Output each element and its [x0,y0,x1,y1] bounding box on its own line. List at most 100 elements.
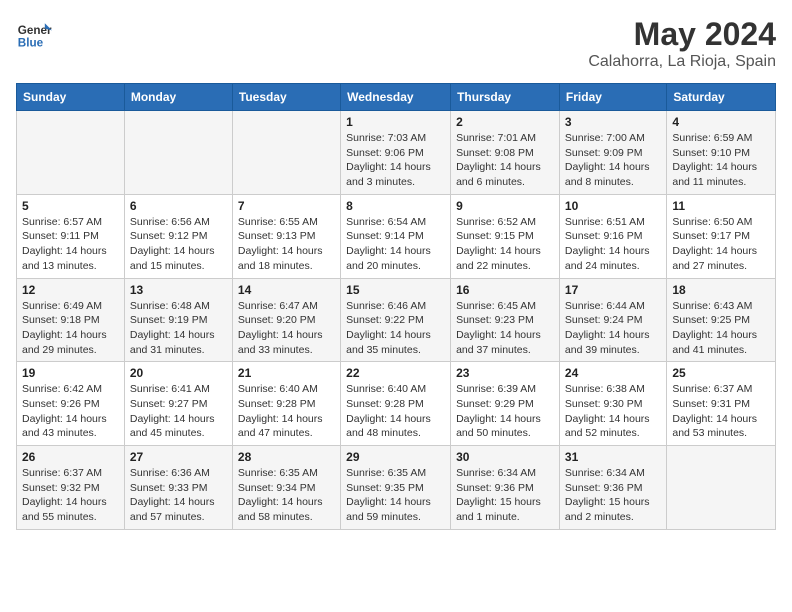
calendar-cell: 15 Sunrise: 6:46 AM Sunset: 9:22 PM Dayli… [341,278,451,362]
day-info: Sunrise: 6:50 AM Sunset: 9:17 PM Dayligh… [672,215,770,274]
calendar-cell: 12 Sunrise: 6:49 AM Sunset: 9:18 PM Dayli… [17,278,125,362]
day-number: 23 [456,366,554,380]
day-number: 16 [456,283,554,297]
calendar-cell: 23 Sunrise: 6:39 AM Sunset: 9:29 PM Dayli… [451,362,560,446]
day-info: Sunrise: 6:34 AM Sunset: 9:36 PM Dayligh… [456,466,554,525]
day-info: Sunrise: 6:41 AM Sunset: 9:27 PM Dayligh… [130,382,227,441]
day-info: Sunrise: 6:48 AM Sunset: 9:19 PM Dayligh… [130,299,227,358]
calendar-cell: 21Sunrise: 6:40 AM Sunset: 9:28 PM Dayli… [232,362,340,446]
day-info: Sunrise: 6:47 AM Sunset: 9:20 PM Dayligh… [238,299,335,358]
day-info: Sunrise: 6:37 AM Sunset: 9:31 PM Dayligh… [672,382,770,441]
day-number: 22 [346,366,445,380]
day-info: Sunrise: 6:36 AM Sunset: 9:33 PM Dayligh… [130,466,227,525]
day-number: 13 [130,283,227,297]
calendar-cell [124,111,232,195]
day-number: 12 [22,283,119,297]
calendar-header-row: SundayMondayTuesdayWednesdayThursdayFrid… [17,84,776,111]
calendar-week-row: 5 Sunrise: 6:57 AM Sunset: 9:11 PM Daylig… [17,194,776,278]
calendar-week-row: 1 Sunrise: 7:03 AM Sunset: 9:06 PM Daylig… [17,111,776,195]
calendar-cell: 10 Sunrise: 6:51 AM Sunset: 9:16 PM Dayli… [559,194,666,278]
day-number: 8 [346,199,445,213]
day-number: 11 [672,199,770,213]
logo: General Blue [16,16,52,52]
day-info: Sunrise: 6:39 AM Sunset: 9:29 PM Dayligh… [456,382,554,441]
calendar-cell: 30 Sunrise: 6:34 AM Sunset: 9:36 PM Dayli… [451,446,560,530]
calendar-header-saturday: Saturday [667,84,776,111]
logo-icon: General Blue [16,16,52,52]
calendar-table: SundayMondayTuesdayWednesdayThursdayFrid… [16,83,776,530]
calendar-cell [667,446,776,530]
calendar-week-row: 26 Sunrise: 6:37 AM Sunset: 9:32 PM Dayli… [17,446,776,530]
day-info: Sunrise: 6:52 AM Sunset: 9:15 PM Dayligh… [456,215,554,274]
day-info: Sunrise: 6:40 AM Sunset: 9:28 PM Dayligh… [346,382,445,441]
day-number: 7 [238,199,335,213]
calendar-header-friday: Friday [559,84,666,111]
day-number: 29 [346,450,445,464]
calendar-cell: 9 Sunrise: 6:52 AM Sunset: 9:15 PM Daylig… [451,194,560,278]
calendar-cell: 1 Sunrise: 7:03 AM Sunset: 9:06 PM Daylig… [341,111,451,195]
calendar-cell: 25Sunrise: 6:37 AM Sunset: 9:31 PM Dayli… [667,362,776,446]
day-number: 4 [672,115,770,129]
day-info: Sunrise: 6:45 AM Sunset: 9:23 PM Dayligh… [456,299,554,358]
day-number: 24 [565,366,661,380]
day-info: Sunrise: 6:40 AM Sunset: 9:28 PM Dayligh… [238,382,335,441]
day-info: Sunrise: 7:03 AM Sunset: 9:06 PM Dayligh… [346,131,445,190]
calendar-week-row: 19Sunrise: 6:42 AM Sunset: 9:26 PM Dayli… [17,362,776,446]
calendar-header-tuesday: Tuesday [232,84,340,111]
day-info: Sunrise: 6:43 AM Sunset: 9:25 PM Dayligh… [672,299,770,358]
day-info: Sunrise: 6:56 AM Sunset: 9:12 PM Dayligh… [130,215,227,274]
calendar-week-row: 12 Sunrise: 6:49 AM Sunset: 9:18 PM Dayli… [17,278,776,362]
day-info: Sunrise: 6:35 AM Sunset: 9:35 PM Dayligh… [346,466,445,525]
calendar-cell: 20 Sunrise: 6:41 AM Sunset: 9:27 PM Dayli… [124,362,232,446]
calendar-cell: 26 Sunrise: 6:37 AM Sunset: 9:32 PM Dayli… [17,446,125,530]
day-number: 2 [456,115,554,129]
calendar-cell: 13 Sunrise: 6:48 AM Sunset: 9:19 PM Dayli… [124,278,232,362]
calendar-cell: 16 Sunrise: 6:45 AM Sunset: 9:23 PM Dayli… [451,278,560,362]
calendar-cell: 14Sunrise: 6:47 AM Sunset: 9:20 PM Dayli… [232,278,340,362]
day-number: 5 [22,199,119,213]
calendar-cell: 11 Sunrise: 6:50 AM Sunset: 9:17 PM Dayli… [667,194,776,278]
calendar-cell: 22 Sunrise: 6:40 AM Sunset: 9:28 PM Dayli… [341,362,451,446]
day-number: 1 [346,115,445,129]
calendar-cell: 6 Sunrise: 6:56 AM Sunset: 9:12 PM Daylig… [124,194,232,278]
calendar-header-thursday: Thursday [451,84,560,111]
day-info: Sunrise: 7:01 AM Sunset: 9:08 PM Dayligh… [456,131,554,190]
day-number: 9 [456,199,554,213]
page-header: General Blue May 2024 Calahorra, La Rioj… [16,16,776,71]
day-number: 18 [672,283,770,297]
page-title: May 2024 [588,16,776,53]
title-block: May 2024 Calahorra, La Rioja, Spain [588,16,776,71]
day-number: 6 [130,199,227,213]
day-info: Sunrise: 6:44 AM Sunset: 9:24 PM Dayligh… [565,299,661,358]
day-number: 3 [565,115,661,129]
calendar-cell: 5 Sunrise: 6:57 AM Sunset: 9:11 PM Daylig… [17,194,125,278]
svg-text:Blue: Blue [18,37,44,50]
calendar-cell: 31Sunrise: 6:34 AM Sunset: 9:36 PM Dayli… [559,446,666,530]
day-info: Sunrise: 6:59 AM Sunset: 9:10 PM Dayligh… [672,131,770,190]
calendar-cell: 28Sunrise: 6:35 AM Sunset: 9:34 PM Dayli… [232,446,340,530]
calendar-header-sunday: Sunday [17,84,125,111]
calendar-cell [17,111,125,195]
calendar-header-monday: Monday [124,84,232,111]
day-number: 15 [346,283,445,297]
day-info: Sunrise: 6:35 AM Sunset: 9:34 PM Dayligh… [238,466,335,525]
day-info: Sunrise: 6:37 AM Sunset: 9:32 PM Dayligh… [22,466,119,525]
day-number: 26 [22,450,119,464]
day-number: 10 [565,199,661,213]
calendar-cell: 27 Sunrise: 6:36 AM Sunset: 9:33 PM Dayli… [124,446,232,530]
day-info: Sunrise: 6:34 AM Sunset: 9:36 PM Dayligh… [565,466,661,525]
day-info: Sunrise: 6:46 AM Sunset: 9:22 PM Dayligh… [346,299,445,358]
day-number: 17 [565,283,661,297]
day-info: Sunrise: 6:51 AM Sunset: 9:16 PM Dayligh… [565,215,661,274]
calendar-cell: 8Sunrise: 6:54 AM Sunset: 9:14 PM Daylig… [341,194,451,278]
day-info: Sunrise: 6:42 AM Sunset: 9:26 PM Dayligh… [22,382,119,441]
day-number: 20 [130,366,227,380]
day-number: 30 [456,450,554,464]
day-info: Sunrise: 6:57 AM Sunset: 9:11 PM Dayligh… [22,215,119,274]
day-number: 27 [130,450,227,464]
calendar-cell: 24 Sunrise: 6:38 AM Sunset: 9:30 PM Dayli… [559,362,666,446]
day-info: Sunrise: 6:38 AM Sunset: 9:30 PM Dayligh… [565,382,661,441]
day-info: Sunrise: 6:49 AM Sunset: 9:18 PM Dayligh… [22,299,119,358]
day-info: Sunrise: 6:55 AM Sunset: 9:13 PM Dayligh… [238,215,335,274]
calendar-cell: 18 Sunrise: 6:43 AM Sunset: 9:25 PM Dayli… [667,278,776,362]
